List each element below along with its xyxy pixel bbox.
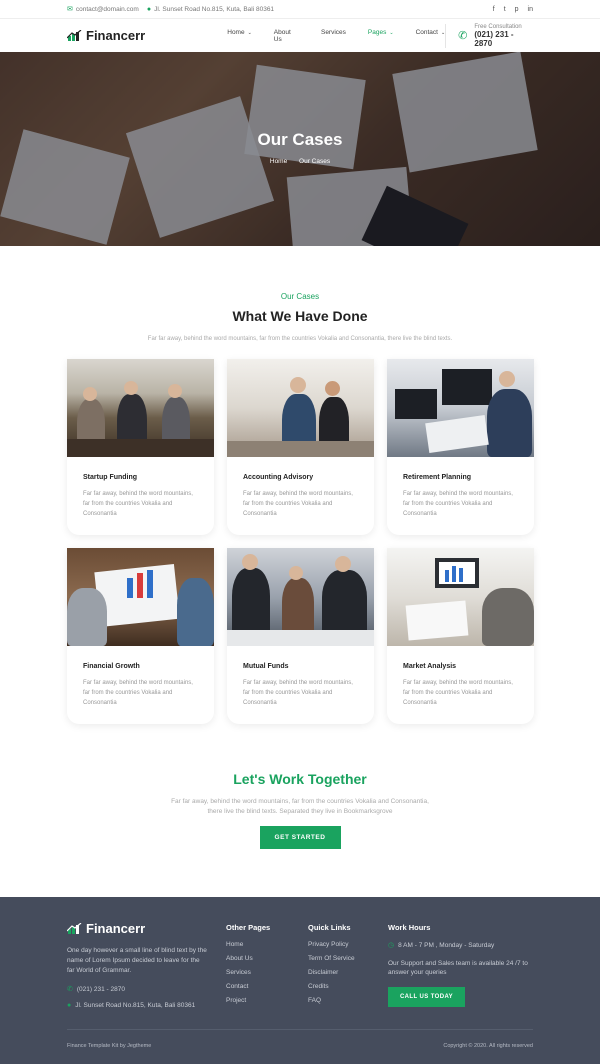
chevron-down-icon: ⌄ [247,29,252,36]
footer-credit: Finance Template Kit by Jegtheme [67,1043,152,1049]
case-image [67,359,214,457]
case-card[interactable]: Financial Growth Far far away, behind th… [67,548,214,724]
call-us-today-button[interactable]: CALL US TODAY [388,987,465,1007]
footer-link-credits[interactable]: Credits [308,983,388,997]
footer-link-about-us[interactable]: About Us [226,955,308,969]
get-started-button[interactable]: GET STARTED [259,826,341,849]
case-title: Retirement Planning [403,474,472,481]
logo-chart-icon [67,923,82,934]
section-subtitle: Our Cases [280,292,320,301]
facebook-icon[interactable]: f [493,6,495,13]
case-image [387,359,534,457]
section-title: What We Have Done [232,308,368,324]
other-pages-links: Home About Us Services Contact Project [226,941,308,1011]
case-image [227,359,374,457]
quick-links-heading: Quick Links [308,923,351,932]
case-title: Startup Funding [83,474,138,481]
footer-link-contact[interactable]: Contact [226,983,308,997]
email-link[interactable]: ✉ contact@domain.com [67,5,139,14]
case-title: Financial Growth [83,663,140,670]
footer-link-terms[interactable]: Term Of Service [308,955,388,969]
case-text: Far far away, behind the word mountains,… [403,680,513,706]
envelope-icon: ✉ [67,6,73,13]
breadcrumb-current: Our Cases [299,158,331,165]
free-consultation[interactable]: ✆ Free Consultation (021) 231 - 2870 [445,23,533,48]
social-links: f t p in [493,6,533,13]
case-title: Accounting Advisory [243,474,314,481]
breadcrumb: Home Our Cases [0,158,600,165]
case-card[interactable]: Accounting Advisory Far far away, behind… [227,359,374,535]
map-pin-icon: ● [146,5,152,13]
logo[interactable]: Financerr [67,28,145,43]
case-title: Mutual Funds [243,663,289,670]
footer-link-services[interactable]: Services [226,969,308,983]
pinterest-icon[interactable]: p [515,6,519,13]
footer-link-privacy-policy[interactable]: Privacy Policy [308,941,388,955]
case-text: Far far away, behind the word mountains,… [83,680,193,706]
cta-description: Far far away, behind the word mountains,… [171,798,429,815]
footer-copyright: Copyright © 2020. All rights reserved [443,1043,533,1049]
phone-icon: ✆ [458,30,468,42]
nav-home[interactable]: Home ⌄ [227,29,252,43]
site-footer: Financerr One day however a small line o… [0,897,600,1064]
case-card[interactable]: Retirement Planning Far far away, behind… [387,359,534,535]
footer-logo[interactable]: Financerr [67,921,226,936]
case-text: Far far away, behind the word mountains,… [243,491,353,517]
map-pin-icon: ● [67,1002,72,1009]
twitter-icon[interactable]: t [504,6,506,13]
top-bar: ✉ contact@domain.com ● Jl. Sunset Road N… [0,0,600,18]
footer-phone[interactable]: ✆ (021) 231 - 2870 [67,985,226,994]
footer-link-project[interactable]: Project [226,997,308,1011]
case-image [67,548,214,646]
chevron-down-icon: ⌄ [389,29,394,36]
site-header: Financerr Home ⌄ About Us Services Pages ⌄… [0,18,600,52]
footer-bottom: Finance Template Kit by Jegtheme Copyrig… [67,1029,533,1049]
quick-links: Privacy Policy Term Of Service Disclaime… [308,941,388,1011]
hero-banner: Our Cases Home Our Cases [0,52,600,246]
nav-about-us[interactable]: About Us [274,29,299,43]
case-image [387,548,534,646]
nav-services[interactable]: Services [321,29,346,43]
instagram-icon[interactable]: in [528,6,533,13]
breadcrumb-home[interactable]: Home [270,158,287,165]
clock-icon: ◷ [388,942,395,949]
phone-icon: ✆ [67,986,73,993]
address-info: ● Jl. Sunset Road No.815, Kuta, Bali 803… [146,5,275,13]
support-text: Our Support and Sales team is available … [388,960,528,976]
case-card[interactable]: Market Analysis Far far away, behind the… [387,548,534,724]
case-text: Far far away, behind the word mountains,… [403,491,513,517]
case-image [227,548,374,646]
consult-phone: (021) 231 - 2870 [474,29,514,48]
footer-link-home[interactable]: Home [226,941,308,955]
work-hours-heading: Work Hours [388,923,431,932]
page-title: Our Cases [257,130,343,149]
logo-chart-icon [67,30,82,41]
footer-address: ● Jl. Sunset Road No.815, Kuta, Bali 803… [67,1002,196,1009]
footer-link-faq[interactable]: FAQ [308,997,388,1011]
case-text: Far far away, behind the word mountains,… [243,680,353,706]
footer-link-disclaimer[interactable]: Disclaimer [308,969,388,983]
case-text: Far far away, behind the word mountains,… [83,491,193,517]
footer-description: One day however a small line of blind te… [67,947,207,974]
nav-contact[interactable]: Contact ⌄ [416,29,446,43]
work-hours: ◷ 8 AM - 7 PM , Monday - Saturday [388,941,495,950]
main-nav: Home ⌄ About Us Services Pages ⌄ Contact ⌄ [227,29,445,43]
case-card[interactable]: Startup Funding Far far away, behind the… [67,359,214,535]
case-card[interactable]: Mutual Funds Far far away, behind the wo… [227,548,374,724]
cta-title: Let's Work Together [233,771,367,787]
section-description: Far far away, behind the word mountains,… [147,336,453,342]
cases-grid: Startup Funding Far far away, behind the… [0,359,600,724]
other-pages-heading: Other Pages [226,923,271,932]
case-title: Market Analysis [403,663,457,670]
nav-pages[interactable]: Pages ⌄ [368,29,394,43]
